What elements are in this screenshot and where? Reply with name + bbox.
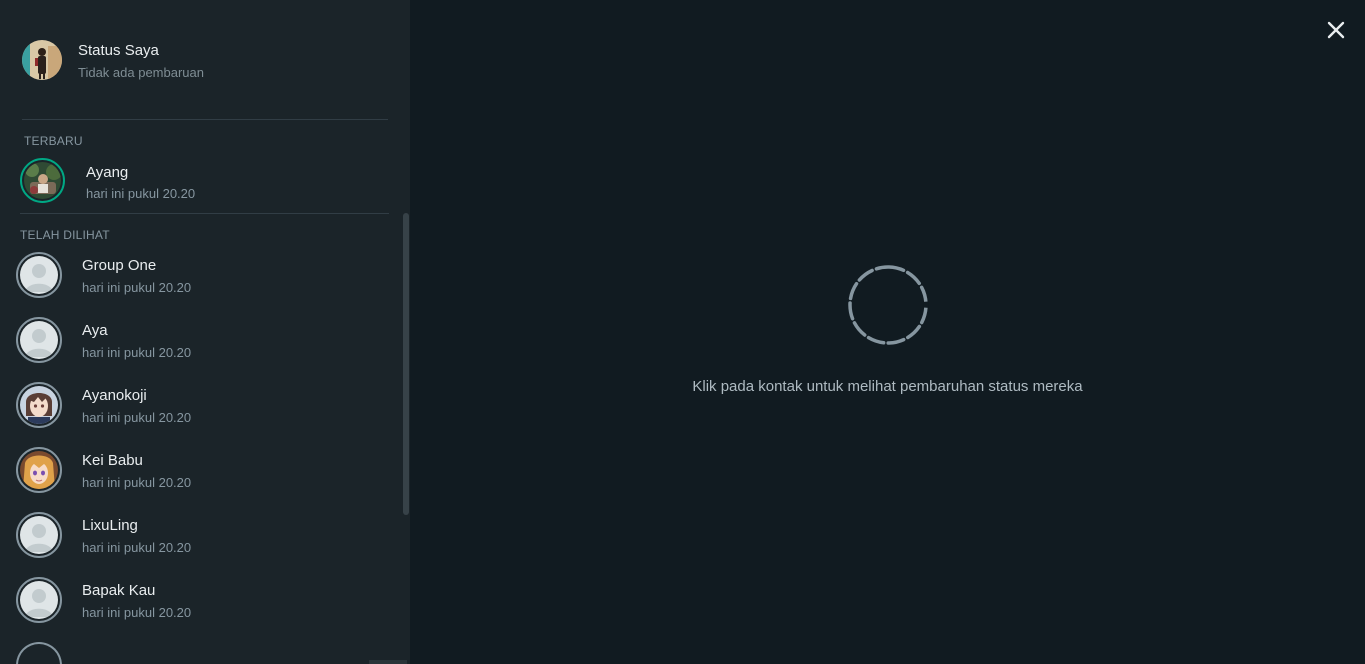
- divider: [20, 213, 389, 214]
- default-avatar-icon: [20, 321, 58, 359]
- close-icon: [1327, 21, 1345, 39]
- status-sidebar: Status Saya Tidak ada pembaruan TERBARU …: [0, 0, 410, 664]
- status-time: hari ini pukul 20.20: [82, 475, 192, 490]
- viewed-status-item[interactable]: Kei Babu hari ini pukul 20.20: [0, 445, 400, 510]
- viewed-status-item[interactable]: Ayanokoji hari ini pukul 20.20: [0, 380, 400, 445]
- viewed-status-ring: [16, 577, 62, 623]
- loading-spinner-icon: [847, 264, 929, 346]
- status-time: hari ini pukul 20.20: [86, 186, 196, 201]
- status-time: hari ini pukul 20.20: [82, 280, 192, 295]
- my-status-title: Status Saya: [78, 42, 159, 59]
- viewed-status-ring: [16, 317, 62, 363]
- recent-status-item[interactable]: Ayang hari ini pukul 20.20: [20, 158, 388, 206]
- resize-handle: [369, 660, 407, 664]
- contact-name: Ayanokoji: [82, 387, 147, 404]
- contact-name: Group One: [82, 257, 157, 274]
- viewed-status-list: Group One hari ini pukul 20.20 Aya hari …: [0, 250, 400, 664]
- divider: [22, 119, 388, 120]
- status-hint-text: Klik pada kontak untuk melihat pembaruha…: [692, 378, 1083, 395]
- viewed-status-ring: [16, 447, 62, 493]
- recent-section-label: TERBARU: [24, 134, 83, 148]
- viewed-status-ring: [16, 252, 62, 298]
- viewed-status-ring: [16, 642, 62, 664]
- status-time: hari ini pukul 20.20: [82, 410, 192, 425]
- status-time: hari ini pukul 20.20: [82, 345, 192, 360]
- contact-avatar: [24, 162, 61, 199]
- close-button[interactable]: [1322, 16, 1350, 44]
- viewed-section-label: TELAH DILIHAT: [20, 228, 110, 242]
- default-avatar-icon: [20, 256, 58, 294]
- default-avatar-icon: [20, 516, 58, 554]
- viewed-status-item[interactable]: LixuLing hari ini pukul 20.20: [0, 510, 400, 575]
- sidebar-scrollbar[interactable]: [403, 213, 409, 515]
- viewed-status-item-partial[interactable]: [0, 640, 400, 664]
- my-status-row[interactable]: Status Saya Tidak ada pembaruan: [22, 40, 388, 84]
- contact-name: Ayang: [86, 164, 129, 181]
- status-time: hari ini pukul 20.20: [82, 605, 192, 620]
- my-status-subtitle: Tidak ada pembaruan: [78, 65, 204, 80]
- default-avatar-icon: [20, 581, 58, 619]
- contact-name: Aya: [82, 322, 108, 339]
- viewed-status-item[interactable]: Aya hari ini pukul 20.20: [0, 315, 400, 380]
- my-status-avatar: [22, 40, 62, 80]
- contact-name: Bapak Kau: [82, 582, 156, 599]
- viewed-status-item[interactable]: Bapak Kau hari ini pukul 20.20: [0, 575, 400, 640]
- contact-name: Kei Babu: [82, 452, 143, 469]
- viewed-status-ring: [16, 512, 62, 558]
- contact-name: LixuLing: [82, 517, 138, 534]
- contact-avatar: [20, 451, 58, 489]
- status-time: hari ini pukul 20.20: [82, 540, 192, 555]
- viewed-status-item[interactable]: Group One hari ini pukul 20.20: [0, 250, 400, 315]
- viewed-status-ring: [16, 382, 62, 428]
- contact-avatar: [20, 386, 58, 424]
- unseen-status-ring: [20, 158, 65, 203]
